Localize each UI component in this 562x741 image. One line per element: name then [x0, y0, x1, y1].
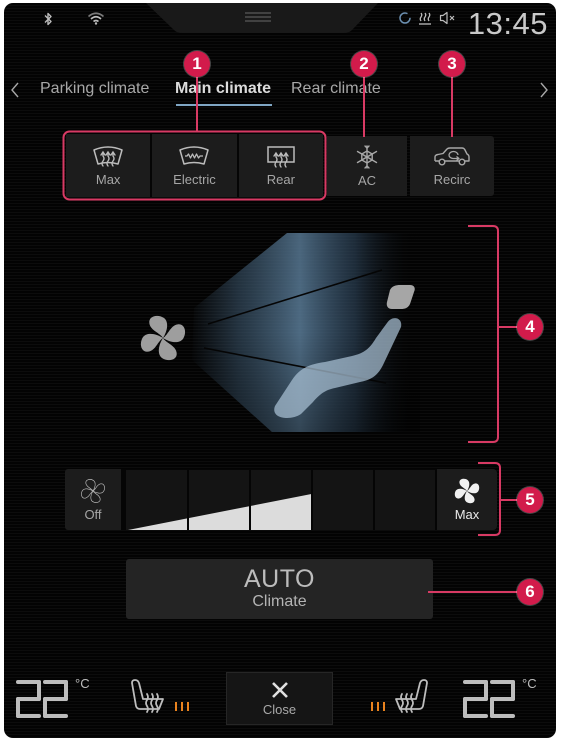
callout-1: 1	[184, 51, 210, 77]
callout-6: 6	[517, 579, 543, 605]
callout-4-bracket	[468, 225, 518, 443]
callout-lines	[62, 72, 518, 593]
callout-3: 3	[439, 51, 465, 77]
callout-4: 4	[517, 314, 543, 340]
callout-5-bracket	[478, 462, 518, 536]
callout-1-bracket	[62, 130, 327, 201]
callout-2: 2	[351, 51, 377, 77]
callout-5: 5	[517, 487, 543, 513]
